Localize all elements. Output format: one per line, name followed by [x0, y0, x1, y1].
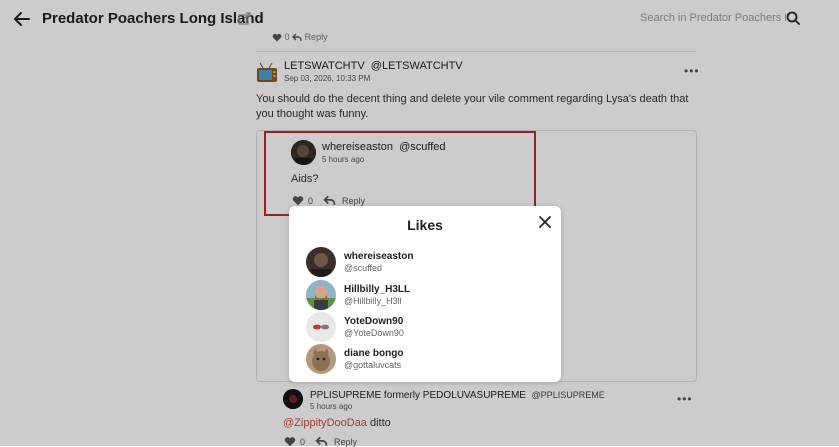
user-handle: @gottaluvcats: [344, 360, 402, 370]
like-user-row[interactable]: Hillbilly_H3LL @Hillbilly_H3ll: [306, 280, 536, 312]
user-name[interactable]: Hillbilly_H3LL: [344, 284, 410, 295]
likes-modal: Likes whereiseaston @scuffed Hillbilly_H…: [289, 206, 561, 382]
user-avatar[interactable]: [306, 344, 336, 374]
close-icon[interactable]: [538, 215, 552, 229]
page: Predator Poachers Long Island Search in …: [0, 0, 839, 447]
user-avatar[interactable]: [306, 247, 336, 277]
user-name[interactable]: diane bongo: [344, 348, 403, 359]
like-user-row[interactable]: diane bongo @gottaluvcats: [306, 344, 536, 376]
like-user-row[interactable]: YoteDown90 @YoteDown90: [306, 312, 536, 344]
user-handle: @scuffed: [344, 263, 382, 273]
user-name[interactable]: whereiseaston: [344, 251, 413, 262]
modal-title: Likes: [407, 217, 443, 233]
user-handle: @Hillbilly_H3ll: [344, 296, 402, 306]
user-avatar[interactable]: [306, 280, 336, 310]
like-user-row[interactable]: whereiseaston @scuffed: [306, 247, 536, 279]
user-avatar[interactable]: [306, 312, 336, 342]
user-name[interactable]: YoteDown90: [344, 316, 403, 327]
user-handle: @YoteDown90: [344, 328, 404, 338]
